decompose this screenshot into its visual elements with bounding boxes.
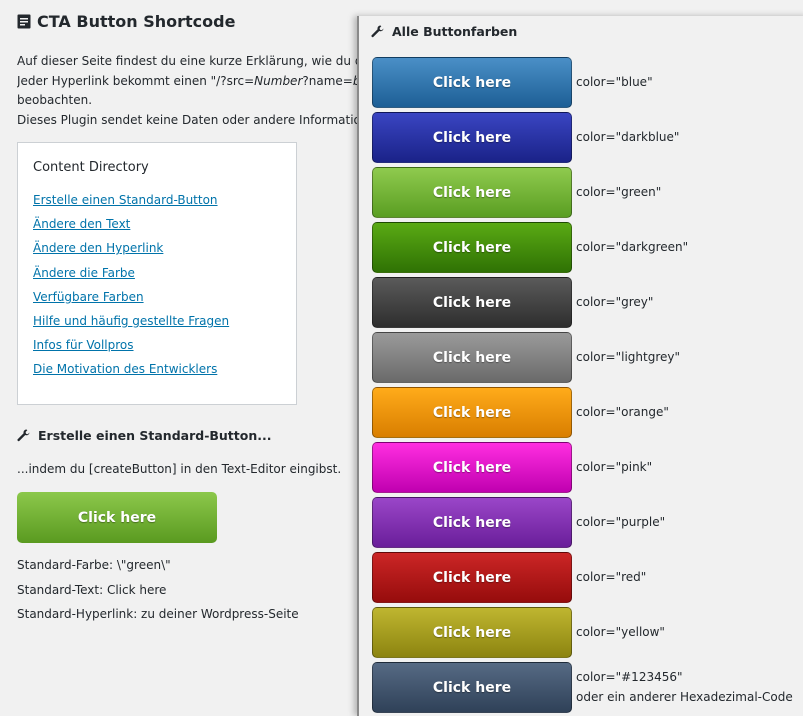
toc-link-change-text[interactable]: Ändere den Text xyxy=(33,217,130,231)
color-sample-button[interactable]: Click here xyxy=(372,222,572,273)
intro-text: Auf dieser Seite findest du eine kurze E… xyxy=(17,52,362,130)
color-sample-button[interactable]: Click here xyxy=(372,277,572,328)
content-directory: Content Directory Erstelle einen Standar… xyxy=(17,142,297,405)
toc-link-available-colors[interactable]: Verfügbare Farben xyxy=(33,290,144,304)
panel-heading: Alle Buttonfarben xyxy=(371,24,517,39)
button-colors-panel: Alle Buttonfarben Click here color="blue"… xyxy=(357,16,803,716)
page-title-text: CTA Button Shortcode xyxy=(37,12,236,31)
color-code-label: color="yellow" xyxy=(576,625,665,639)
toc-link-change-color[interactable]: Ändere die Farbe xyxy=(33,266,135,280)
section-text: ...indem du [createButton] in den Text-E… xyxy=(17,462,342,476)
toc-link-help-faq[interactable]: Hilfe und häufig gestellte Fragen xyxy=(33,314,229,328)
section-heading-text: Erstelle einen Standard-Button... xyxy=(38,428,272,443)
panel-heading-text: Alle Buttonfarben xyxy=(392,24,518,39)
default-text-text: Standard-Text: Click here xyxy=(17,582,167,597)
content-directory-list: Erstelle einen Standard-Button Ändere de… xyxy=(33,191,229,385)
color-code-note: oder ein anderer Hexadezimal-Code xyxy=(576,690,793,704)
color-code-label: color="red" xyxy=(576,570,647,584)
page-title: CTA Button Shortcode xyxy=(17,12,235,31)
color-code-label: color="green" xyxy=(576,185,662,199)
color-code-label: color="darkgreen" xyxy=(576,240,689,254)
wrench-icon xyxy=(371,25,384,38)
content-directory-title: Content Directory xyxy=(33,160,149,175)
toc-link-change-hyperlink[interactable]: Ändere den Hyperlink xyxy=(33,241,163,255)
defaults-list: Standard-Farbe: \"green\" Standard-Text:… xyxy=(17,556,299,630)
document-icon xyxy=(17,14,31,29)
default-color-text: Standard-Farbe: \"green\" xyxy=(17,558,171,572)
intro-line: Auf dieser Seite findest du eine kurze E… xyxy=(17,54,362,68)
color-code-label: color="grey" xyxy=(576,295,654,309)
intro-line: beobachten. xyxy=(17,93,93,107)
color-sample-button[interactable]: Click here xyxy=(372,167,572,218)
color-sample-button[interactable]: Click here xyxy=(372,57,572,108)
intro-line: Jeder Hyperlink bekommt einen "/?src=Num… xyxy=(17,73,362,88)
toc-link-pro-info[interactable]: Infos für Vollpros xyxy=(33,338,134,352)
intro-line: Dieses Plugin sendet keine Daten oder an… xyxy=(17,112,362,127)
default-cta-button[interactable]: Click here xyxy=(17,492,217,543)
color-sample-button[interactable]: Click here xyxy=(372,552,572,603)
color-code-label: color="purple" xyxy=(576,515,666,529)
color-sample-button[interactable]: Click here xyxy=(372,112,572,163)
section-heading: Erstelle einen Standard-Button... xyxy=(17,428,272,443)
wrench-icon xyxy=(17,429,30,442)
toc-link-developer-motivation[interactable]: Die Motivation des Entwicklers xyxy=(33,362,217,376)
color-sample-button[interactable]: Click here xyxy=(372,387,572,438)
default-link-text: Standard-Hyperlink: zu deiner Wordpress-… xyxy=(17,607,299,621)
color-code-label: color="lightgrey" xyxy=(576,350,681,364)
color-code-label: color="#123456" xyxy=(576,670,683,684)
color-code-label: color="orange" xyxy=(576,405,669,419)
color-sample-button[interactable]: Click here xyxy=(372,662,572,713)
color-sample-button[interactable]: Click here xyxy=(372,332,572,383)
color-sample-button[interactable]: Click here xyxy=(372,497,572,548)
color-code-label: color="blue" xyxy=(576,75,653,89)
color-code-label: color="darkblue" xyxy=(576,130,680,144)
color-code-label: color="pink" xyxy=(576,460,653,474)
toc-link-standard-button[interactable]: Erstelle einen Standard-Button xyxy=(33,193,218,207)
color-sample-button[interactable]: Click here xyxy=(372,607,572,658)
color-sample-button[interactable]: Click here xyxy=(372,442,572,493)
